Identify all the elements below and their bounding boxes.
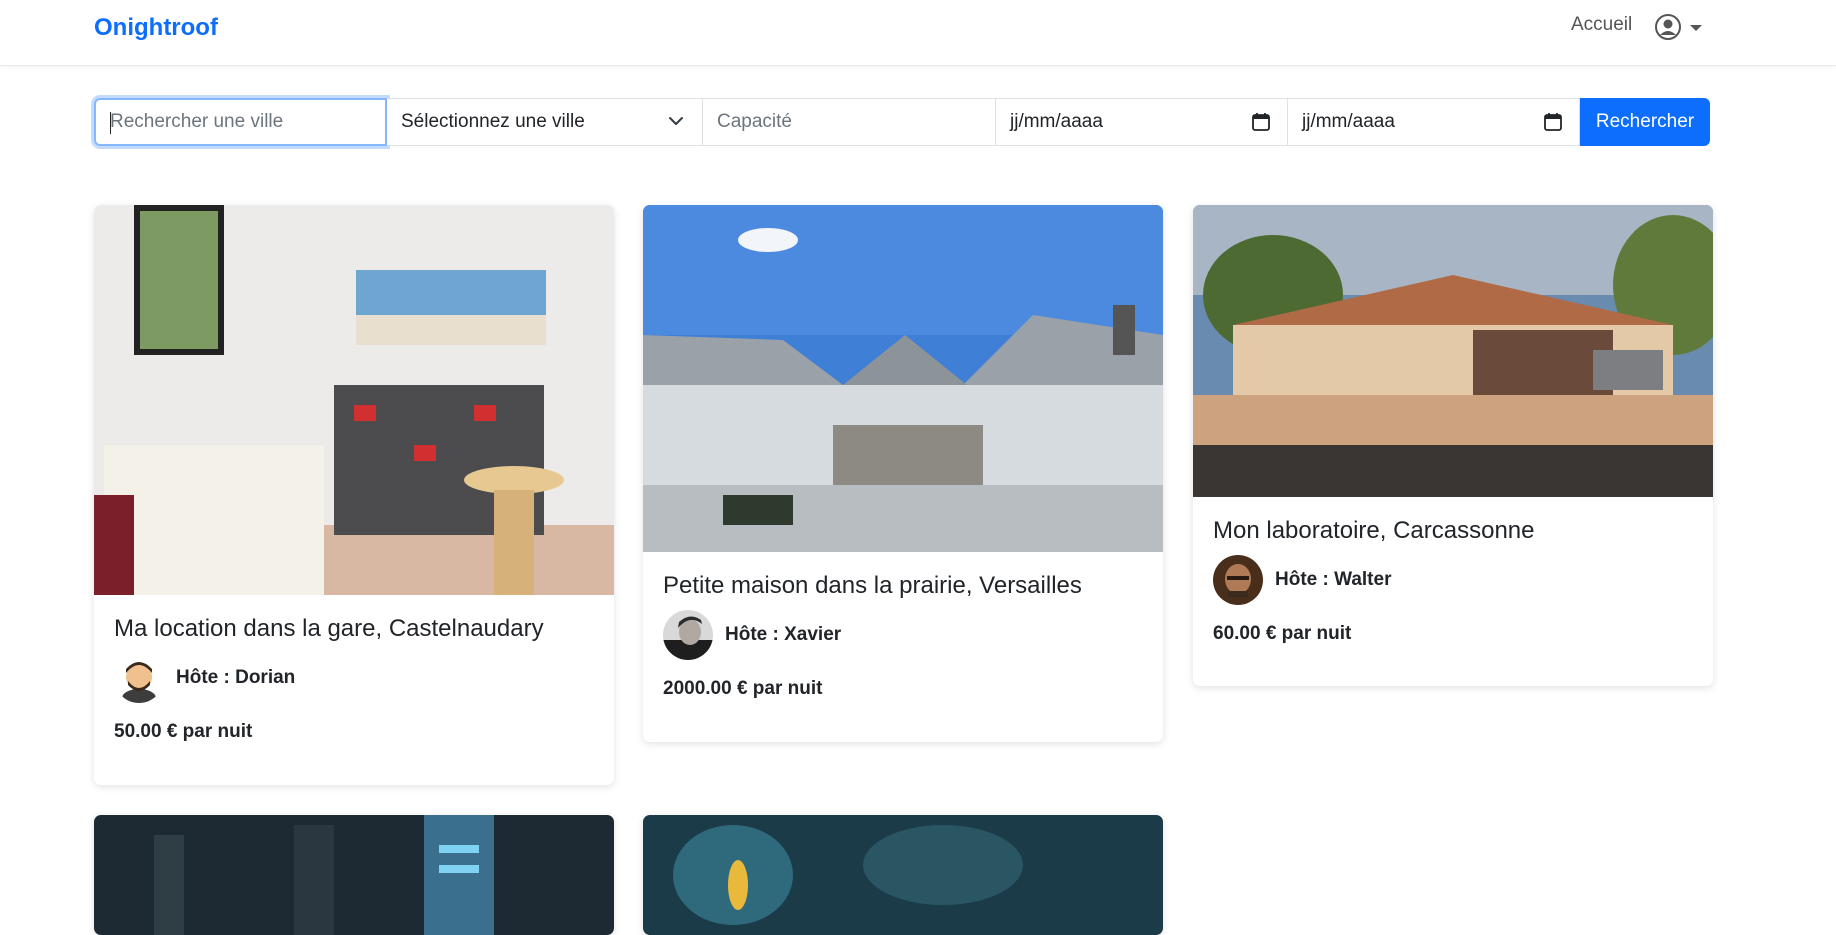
listing-photo [94,815,614,935]
host-name: Hôte : Xavier [725,624,842,645]
search-form: Sélectionnez une ville jj/mm/aaaa jj/mm/… [94,98,1714,146]
listing-photo [1193,205,1713,497]
user-menu-dropdown[interactable] [1655,14,1707,44]
listing-card[interactable] [643,815,1163,935]
city-search-input[interactable] [110,111,371,133]
listing-photo [643,815,1163,935]
user-circle-icon [1655,14,1702,40]
listing-price: 50.00 € par nuit [114,721,253,742]
chevron-down-icon [669,117,683,125]
city-select-value: Sélectionnez une ville [401,111,585,132]
text-cursor [110,112,111,134]
host-avatar [1213,555,1263,605]
calendar-icon[interactable] [1543,112,1563,132]
brand-logo-link[interactable]: Onightroof [94,14,218,42]
search-button[interactable]: Rechercher [1580,98,1710,146]
start-date-placeholder: jj/mm/aaaa [1010,111,1103,132]
host-avatar [663,610,713,660]
end-date-placeholder: jj/mm/aaaa [1302,111,1395,132]
listing-price: 2000.00 € par nuit [663,678,823,699]
listing-host: Hôte : Xavier [663,610,1143,660]
listing-title[interactable]: Petite maison dans la prairie, Versaille… [663,572,1143,600]
end-date-field[interactable]: jj/mm/aaaa [1288,98,1580,146]
caret-down-icon [1690,25,1702,31]
listing-host: Hôte : Dorian [114,653,594,703]
listing-photo [94,205,614,595]
host-name: Hôte : Dorian [176,667,296,688]
listing-title[interactable]: Ma location dans la gare, Castelnaudary [114,615,594,643]
capacity-input[interactable] [717,111,981,133]
listing-title[interactable]: Mon laboratoire, Carcassonne [1213,517,1693,545]
listing-card[interactable]: Petite maison dans la prairie, Versaille… [643,205,1163,742]
calendar-icon[interactable] [1251,112,1271,132]
city-select[interactable]: Sélectionnez une ville [387,98,703,146]
listing-price: 60.00 € par nuit [1213,623,1352,644]
host-avatar [114,653,164,703]
listing-card[interactable]: Mon laboratoire, Carcassonne Hôte : Walt… [1193,205,1713,686]
capacity-field[interactable] [703,98,996,146]
nav-link-home[interactable]: Accueil [1571,14,1632,36]
listing-host: Hôte : Walter [1213,555,1693,605]
host-name: Hôte : Walter [1275,569,1392,590]
listing-card[interactable]: Ma location dans la gare, Castelnaudary … [94,205,614,785]
start-date-field[interactable]: jj/mm/aaaa [996,98,1288,146]
listing-card[interactable] [94,815,614,935]
city-search-field[interactable] [94,98,387,146]
listing-photo [643,205,1163,552]
top-navbar: Onightroof Accueil [0,0,1836,66]
